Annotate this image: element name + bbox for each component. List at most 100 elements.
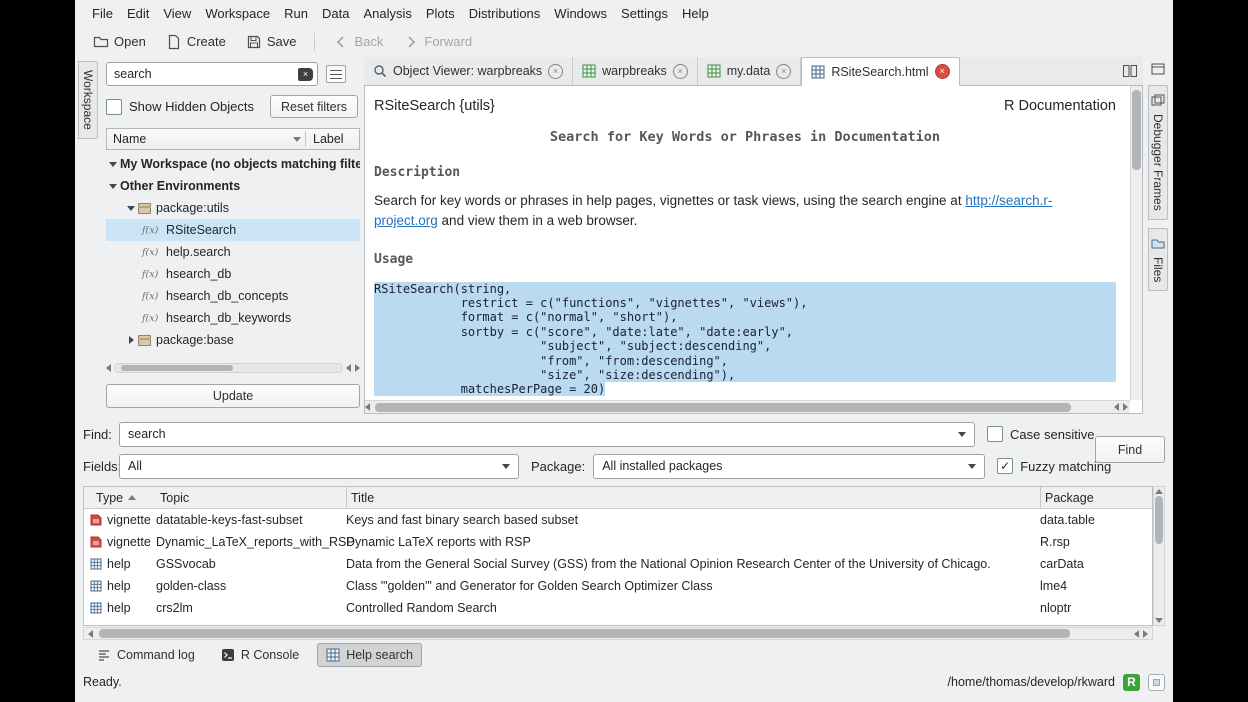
tree-item-hsearch-db[interactable]: f(x) hsearch_db (106, 263, 360, 285)
create-button[interactable]: Create (158, 31, 234, 53)
tree-item-rsitesearch[interactable]: f(x) RSiteSearch (106, 219, 360, 241)
results-vertical-scrollbar[interactable] (1153, 486, 1165, 626)
scrollbar-thumb[interactable] (1155, 496, 1163, 544)
menu-item-file[interactable]: File (85, 3, 120, 24)
case-sensitive-checkbox[interactable] (987, 426, 1003, 442)
r-engine-badge[interactable]: R (1123, 674, 1140, 691)
chevron-down-icon[interactable] (106, 162, 120, 167)
save-button[interactable]: Save (238, 31, 305, 53)
show-hidden-checkbox[interactable] (106, 99, 122, 115)
column-header-title[interactable]: Title (346, 487, 1040, 508)
debugger-frames-dock-tab[interactable]: Debugger Frames (1148, 85, 1168, 220)
files-dock-tab[interactable]: Files (1148, 228, 1168, 291)
result-row[interactable]: vignette datatable-keys-fast-subset Keys… (84, 509, 1152, 531)
chevron-right-icon[interactable] (124, 336, 138, 344)
find-term-combobox[interactable]: search (119, 422, 975, 447)
doc-vertical-scrollbar[interactable] (1130, 86, 1142, 400)
scrollbar-thumb[interactable] (99, 629, 1070, 638)
scroll-left-icon[interactable] (346, 364, 351, 372)
chevron-down-icon[interactable] (124, 206, 138, 211)
help-search-tab[interactable]: Help search (317, 643, 422, 667)
menu-item-settings[interactable]: Settings (614, 3, 675, 24)
menu-item-analysis[interactable]: Analysis (356, 3, 418, 24)
reset-filters-button[interactable]: Reset filters (270, 95, 358, 118)
scrollbar-thumb[interactable] (1132, 90, 1141, 170)
search-input[interactable] (114, 67, 298, 81)
scroll-left-icon[interactable] (1114, 403, 1119, 411)
filter-options-icon[interactable] (326, 65, 346, 83)
open-button[interactable]: Open (85, 31, 154, 53)
update-button[interactable]: Update (106, 384, 360, 408)
scroll-down-icon[interactable] (1155, 618, 1163, 623)
bottom-dock-tabs: Command log R Console Help search (75, 640, 1173, 670)
package-combobox[interactable]: All installed packages (593, 454, 985, 479)
close-icon[interactable]: × (548, 64, 563, 79)
result-row[interactable]: vignette Dynamic_LaTeX_reports_with_RSP … (84, 531, 1152, 553)
chevron-down-icon[interactable] (293, 137, 301, 142)
label-column-header[interactable]: Label (313, 132, 344, 146)
tree-item-hsearch-db-keywords[interactable]: f(x) hsearch_db_keywords (106, 307, 360, 329)
doc-horizontal-scrollbar[interactable] (365, 400, 1130, 413)
folder-open-icon (93, 34, 109, 50)
fuzzy-matching-checkbox[interactable]: ✓ (997, 458, 1013, 474)
scroll-right-icon[interactable] (355, 364, 360, 372)
toolbar: Open Create Save Back Forward (75, 26, 1173, 57)
tree-item-hsearch-db-concepts[interactable]: f(x) hsearch_db_concepts (106, 285, 360, 307)
engine-status-icon[interactable] (1148, 674, 1165, 691)
tab-my-data[interactable]: my.data × (698, 57, 802, 85)
column-header-type[interactable]: Type (84, 487, 156, 508)
scrollbar-thumb[interactable] (121, 365, 233, 371)
menu-item-data[interactable]: Data (315, 3, 356, 24)
close-icon[interactable]: × (776, 64, 791, 79)
tab-warpbreaks[interactable]: warpbreaks × (573, 57, 698, 85)
scroll-left-icon[interactable] (106, 364, 111, 372)
menu-item-workspace[interactable]: Workspace (198, 3, 277, 24)
tree-item-package-utils[interactable]: package:utils (106, 197, 360, 219)
column-header-topic[interactable]: Topic (156, 487, 346, 508)
scroll-right-icon[interactable] (1123, 403, 1128, 411)
menu-item-windows[interactable]: Windows (547, 3, 614, 24)
tree-item-label: hsearch_db (166, 267, 231, 281)
forward-button[interactable]: Forward (395, 31, 480, 53)
scroll-left-icon[interactable] (365, 403, 370, 411)
tree-item-other-environments[interactable]: Other Environments (106, 175, 360, 197)
menu-item-help[interactable]: Help (675, 3, 716, 24)
clear-search-icon[interactable]: × (298, 68, 313, 81)
scroll-left-icon[interactable] (88, 630, 93, 638)
close-icon[interactable]: × (673, 64, 688, 79)
result-row[interactable]: help crs2lm Controlled Random Search nlo… (84, 597, 1152, 619)
scroll-up-icon[interactable] (1155, 489, 1163, 494)
tree-item-help-search[interactable]: f(x) help.search (106, 241, 360, 263)
menu-item-plots[interactable]: Plots (419, 3, 462, 24)
scrollbar-thumb[interactable] (375, 403, 1071, 412)
result-row[interactable]: help golden-class Class '"golden"' and G… (84, 575, 1152, 597)
tree-item-my-workspace[interactable]: My Workspace (no objects matching filter… (106, 153, 360, 175)
menu-item-view[interactable]: View (156, 3, 198, 24)
column-header-package[interactable]: Package (1040, 487, 1152, 508)
menu-item-run[interactable]: Run (277, 3, 315, 24)
name-column-header[interactable]: Name (107, 132, 146, 146)
menu-item-distributions[interactable]: Distributions (462, 3, 548, 24)
fields-combobox[interactable]: All (119, 454, 519, 479)
scroll-right-icon[interactable] (1143, 630, 1148, 638)
tab-rsitesearch-html[interactable]: RSiteSearch.html × (801, 57, 959, 86)
result-row[interactable]: help GSSvocab Data from the General Soci… (84, 553, 1152, 575)
close-icon[interactable]: × (935, 64, 950, 79)
workspace-dock-tab[interactable]: Workspace (78, 61, 98, 139)
menu-item-edit[interactable]: Edit (120, 3, 156, 24)
command-log-tab[interactable]: Command log (89, 644, 203, 666)
find-button[interactable]: Find (1095, 436, 1165, 463)
r-console-tab[interactable]: R Console (213, 644, 307, 666)
tree-horizontal-scrollbar[interactable] (106, 361, 360, 375)
chevron-down-icon[interactable] (106, 184, 120, 189)
results-horizontal-scrollbar[interactable] (83, 627, 1153, 640)
split-view-icon[interactable] (1122, 63, 1138, 79)
tree-item-package-base[interactable]: package:base (106, 329, 360, 351)
tab-object-viewer-warpbreaks[interactable]: Object Viewer: warpbreaks × (364, 57, 573, 85)
workspace-search-field[interactable]: × (106, 62, 318, 86)
detach-icon[interactable] (1150, 61, 1166, 77)
statusbar: Ready. /home/thomas/develop/rkward R (75, 670, 1173, 702)
scroll-left-icon[interactable] (1134, 630, 1139, 638)
back-button[interactable]: Back (325, 31, 391, 53)
tree-column-header[interactable]: Name Label (106, 128, 360, 150)
